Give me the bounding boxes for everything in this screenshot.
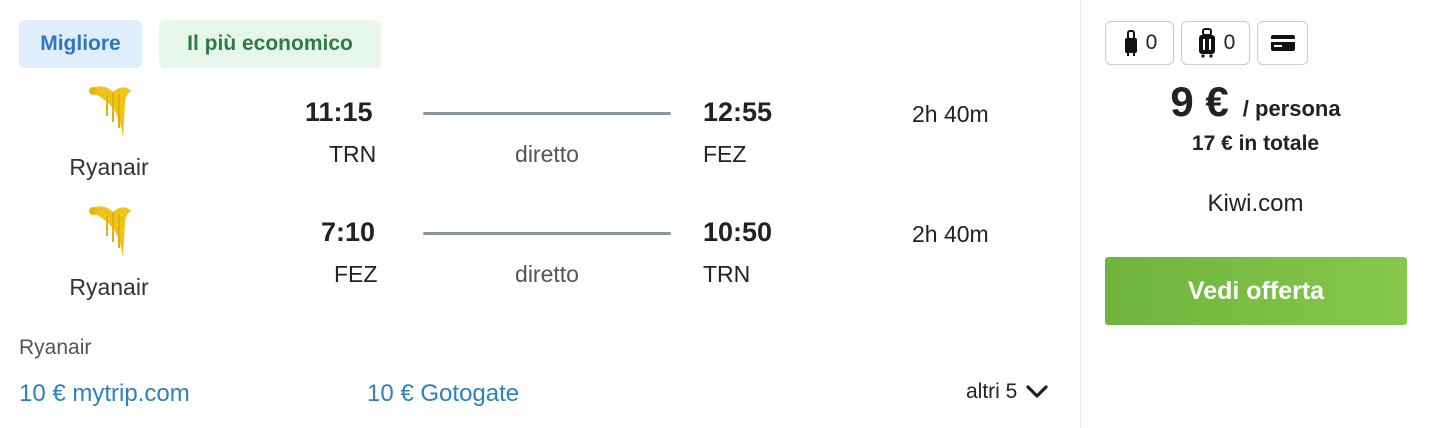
- price-total: 17 € in totale: [1191, 132, 1320, 155]
- price-amount: 9 €: [1170, 78, 1229, 125]
- arrival-time: 10:50: [703, 217, 773, 247]
- airline-name: Ryanair: [69, 154, 149, 180]
- badge-best: Migliore: [19, 20, 142, 68]
- price-panel: 0 0 9 € / persona 17 € in totale Kiwi.co…: [1081, 0, 1430, 428]
- flight-card[interactable]: Migliore Il più economico Ryanair 11:15 …: [0, 0, 1080, 428]
- personal-bag-icon: [1124, 30, 1137, 56]
- price-block: 9 € / persona: [1081, 78, 1430, 126]
- cabin-bag-filter[interactable]: 0: [1181, 21, 1250, 65]
- view-offer-button[interactable]: Vedi offerta: [1105, 257, 1407, 325]
- personal-item-filter[interactable]: 0: [1105, 21, 1174, 65]
- personal-item-count: 0: [1145, 31, 1158, 54]
- ryanair-harp-icon: [89, 206, 131, 258]
- departure-airport: FEZ: [334, 261, 378, 287]
- route-line: [423, 112, 671, 115]
- cabin-bag-icon: [1198, 28, 1215, 58]
- alt-offer-gotogate-link[interactable]: 10 € Gotogate: [367, 380, 519, 408]
- more-offers-label: altri 5: [966, 380, 1018, 403]
- flight-duration: 2h 40m: [912, 221, 989, 247]
- more-offers-toggle[interactable]: altri 5: [966, 380, 1049, 404]
- departure-time: 11:15: [305, 97, 373, 127]
- arrival-time: 12:55: [703, 97, 773, 127]
- payment-card-filter[interactable]: [1257, 21, 1308, 65]
- operating-airline: Ryanair: [19, 336, 92, 359]
- cabin-bag-count: 0: [1223, 31, 1236, 54]
- price-per-person: / persona: [1242, 96, 1341, 121]
- badge-cheapest: Il più economico: [159, 20, 381, 68]
- booking-provider: Kiwi.com: [1207, 190, 1304, 217]
- arrival-airport: FEZ: [703, 141, 747, 167]
- chevron-down-icon: [1026, 385, 1048, 398]
- arrival-airport: TRN: [703, 261, 751, 287]
- departure-airport: TRN: [329, 141, 377, 167]
- stops-label: diretto: [515, 261, 579, 287]
- alt-offer-mytrip-link[interactable]: 10 € mytrip.com: [19, 380, 190, 408]
- airline-name: Ryanair: [69, 274, 149, 300]
- stops-label: diretto: [515, 141, 579, 167]
- card-icon: [1270, 35, 1295, 51]
- departure-time: 7:10: [321, 217, 376, 247]
- route-line: [423, 232, 671, 235]
- ryanair-harp-icon: [89, 86, 131, 138]
- flight-duration: 2h 40m: [912, 101, 989, 127]
